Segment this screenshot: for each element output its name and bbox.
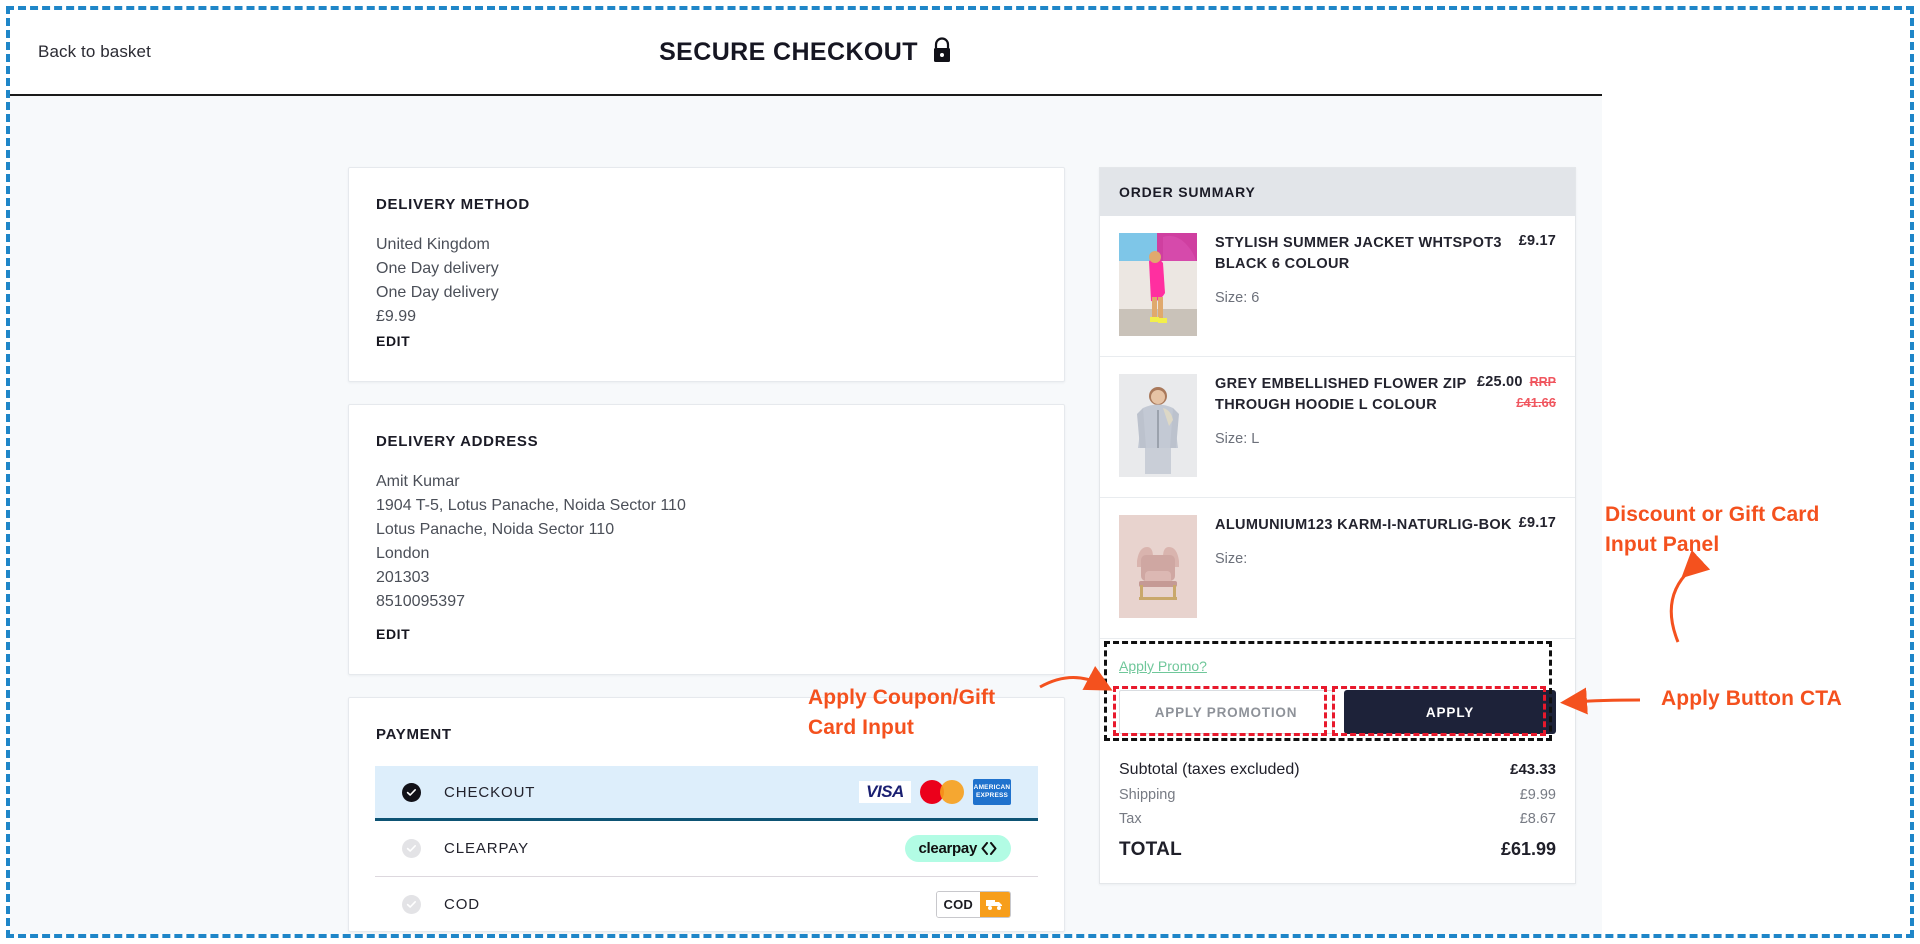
product-thumbnail bbox=[1119, 374, 1197, 477]
order-item-price-col: £9.17 bbox=[1513, 515, 1556, 531]
delivery-truck-icon bbox=[980, 891, 1010, 917]
order-item-price-row: £25.00 RRP bbox=[1477, 374, 1556, 390]
payment-option-clearpay[interactable]: CLEARPAY clearpay bbox=[375, 821, 1038, 876]
order-line-item: STYLISH SUMMER JACKET WHTSPOT3 BLACK 6 C… bbox=[1100, 216, 1575, 357]
promo-code-input[interactable] bbox=[1119, 690, 1333, 734]
clearpay-logo: clearpay bbox=[904, 835, 1011, 862]
radio-unselected-icon[interactable] bbox=[402, 839, 421, 858]
page-title: SECURE CHECKOUT bbox=[659, 37, 918, 66]
delivery-method-country: United Kingdom bbox=[376, 236, 490, 253]
address-city: London bbox=[376, 545, 430, 562]
promo-controls: APPLY bbox=[1119, 690, 1556, 734]
order-item-size: Size: L bbox=[1215, 431, 1260, 447]
order-item-top: ALUMUNIUM123 KARM-I-NATURLIG-BOK £9.17 bbox=[1215, 515, 1556, 536]
address-line1: 1904 T-5, Lotus Panache, Noida Sector 11… bbox=[376, 497, 686, 514]
content-area: DELIVERY METHOD United Kingdom One Day d… bbox=[10, 96, 1602, 934]
apply-promo-link[interactable]: Apply Promo? bbox=[1119, 658, 1207, 674]
order-item-name: GREY EMBELLISHED FLOWER ZIP THROUGH HOOD… bbox=[1215, 376, 1467, 413]
address-recipient: Amit Kumar bbox=[376, 473, 460, 490]
product-thumbnail bbox=[1119, 515, 1197, 618]
order-item-price-col: £9.17 bbox=[1513, 233, 1556, 249]
address-line2: Lotus Panache, Noida Sector 110 bbox=[376, 521, 615, 538]
cod-logo: COD bbox=[935, 890, 1011, 918]
subtotal-value: £43.33 bbox=[1510, 761, 1556, 778]
radio-selected-icon[interactable] bbox=[402, 782, 421, 802]
order-item-body: GREY EMBELLISHED FLOWER ZIP THROUGH HOOD… bbox=[1215, 374, 1556, 477]
annotation-discount-panel-label: Discount or Gift Card Input Panel bbox=[1605, 503, 1820, 556]
delivery-address-card: DELIVERY ADDRESS Amit Kumar 1904 T-5, Lo… bbox=[348, 404, 1065, 675]
lock-icon bbox=[931, 36, 953, 68]
amex-logo: AMERICAN EXPRESS bbox=[973, 779, 1011, 805]
shipping-row: Shipping £9.99 bbox=[1119, 783, 1556, 807]
clearpay-chevron-icon bbox=[981, 842, 997, 855]
mastercard-logo bbox=[920, 778, 964, 806]
shipping-label: Shipping bbox=[1119, 787, 1176, 803]
payment-option-label: CHECKOUT bbox=[444, 783, 536, 801]
promo-area: Apply Promo? APPLY bbox=[1100, 639, 1575, 753]
edit-delivery-address-link[interactable]: EDIT bbox=[376, 626, 410, 642]
order-line-item: GREY EMBELLISHED FLOWER ZIP THROUGH HOOD… bbox=[1100, 357, 1575, 498]
order-item-body: ALUMUNIUM123 KARM-I-NATURLIG-BOK £9.17 S… bbox=[1215, 515, 1556, 618]
amex-line-2: EXPRESS bbox=[975, 792, 1009, 799]
order-line-item: ALUMUNIUM123 KARM-I-NATURLIG-BOK £9.17 S… bbox=[1100, 498, 1575, 639]
clearpay-wordmark: clearpay bbox=[918, 840, 978, 857]
delivery-method-name: One Day delivery bbox=[376, 260, 499, 277]
order-summary-title: ORDER SUMMARY bbox=[1100, 168, 1575, 216]
apply-promo-button[interactable]: APPLY bbox=[1344, 690, 1556, 734]
order-item-price: £9.17 bbox=[1518, 233, 1556, 249]
subtotal-row: Subtotal (taxes excluded) £43.33 bbox=[1119, 757, 1556, 783]
annotation-coupon-input-label: Apply Coupon/Gift Card Input bbox=[808, 686, 996, 739]
order-item-top: GREY EMBELLISHED FLOWER ZIP THROUGH HOOD… bbox=[1215, 374, 1556, 416]
product-thumbnail bbox=[1119, 233, 1197, 336]
subtotal-label: Subtotal (taxes excluded) bbox=[1119, 761, 1300, 778]
right-column: ORDER SUMMARY STYLISH SUMMER JACKET WHTS… bbox=[1099, 167, 1576, 884]
delivery-method-card: DELIVERY METHOD United Kingdom One Day d… bbox=[348, 167, 1065, 382]
order-item-name: STYLISH SUMMER JACKET WHTSPOT3 BLACK 6 C… bbox=[1215, 235, 1502, 272]
cod-text: COD bbox=[936, 891, 980, 917]
tax-label: Tax bbox=[1119, 811, 1142, 827]
radio-unselected-icon[interactable] bbox=[402, 894, 421, 914]
shipping-value: £9.99 bbox=[1519, 787, 1556, 803]
order-item-rrp-tag: RRP bbox=[1529, 375, 1556, 389]
delivery-method-option: One Day delivery bbox=[376, 284, 499, 301]
payment-option-cod[interactable]: COD COD bbox=[375, 876, 1038, 931]
order-item-top: STYLISH SUMMER JACKET WHTSPOT3 BLACK 6 C… bbox=[1215, 233, 1556, 275]
payment-option-label: COD bbox=[444, 895, 481, 913]
clearpay-logo-group: clearpay bbox=[904, 835, 1011, 862]
cod-logo-group: COD bbox=[935, 890, 1011, 918]
site-header: Back to basket SECURE CHECKOUT bbox=[10, 10, 1602, 96]
delivery-method-price: £9.99 bbox=[376, 308, 417, 325]
total-label: TOTAL bbox=[1119, 839, 1183, 860]
order-item-size: Size: bbox=[1215, 551, 1248, 567]
payment-option-label: CLEARPAY bbox=[444, 840, 530, 857]
delivery-method-title: DELIVERY METHOD bbox=[376, 196, 530, 213]
annotation-apply-cta-label: Apply Button CTA bbox=[1661, 687, 1842, 710]
total-value: £61.99 bbox=[1500, 839, 1556, 859]
tax-row: Tax £8.67 bbox=[1119, 807, 1556, 831]
order-totals: Subtotal (taxes excluded) £43.33 Shippin… bbox=[1100, 753, 1575, 883]
edit-delivery-method-link[interactable]: EDIT bbox=[376, 333, 410, 349]
order-item-price: £25.00 bbox=[1477, 374, 1523, 390]
card-logo-group: VISA AMERICAN EXPRESS bbox=[859, 778, 1011, 806]
amex-line-1: AMERICAN bbox=[973, 784, 1011, 791]
order-item-size: Size: 6 bbox=[1215, 290, 1260, 306]
payment-option-checkout[interactable]: CHECKOUT VISA AMERICAN EXPRESS bbox=[375, 766, 1038, 821]
left-column: DELIVERY METHOD United Kingdom One Day d… bbox=[348, 167, 1065, 932]
tax-value: £8.67 bbox=[1519, 811, 1556, 827]
order-item-price-col: £25.00 RRP £41.66 bbox=[1471, 374, 1556, 410]
address-phone: 8510095397 bbox=[376, 593, 465, 610]
delivery-address-title: DELIVERY ADDRESS bbox=[376, 433, 539, 450]
address-postcode: 201303 bbox=[376, 569, 430, 586]
order-summary-panel: ORDER SUMMARY STYLISH SUMMER JACKET WHTS… bbox=[1099, 167, 1576, 884]
checkout-page: Back to basket SECURE CHECKOUT DELIVERY … bbox=[0, 0, 1920, 944]
order-item-price: £9.17 bbox=[1518, 515, 1556, 531]
visa-logo: VISA bbox=[859, 781, 911, 803]
order-item-rrp-value: £41.66 bbox=[1516, 395, 1556, 410]
secure-checkout-heading: SECURE CHECKOUT bbox=[10, 36, 1602, 68]
order-item-name: ALUMUNIUM123 KARM-I-NATURLIG-BOK bbox=[1215, 517, 1512, 533]
total-row: TOTAL £61.99 bbox=[1119, 831, 1556, 865]
order-item-body: STYLISH SUMMER JACKET WHTSPOT3 BLACK 6 C… bbox=[1215, 233, 1556, 336]
